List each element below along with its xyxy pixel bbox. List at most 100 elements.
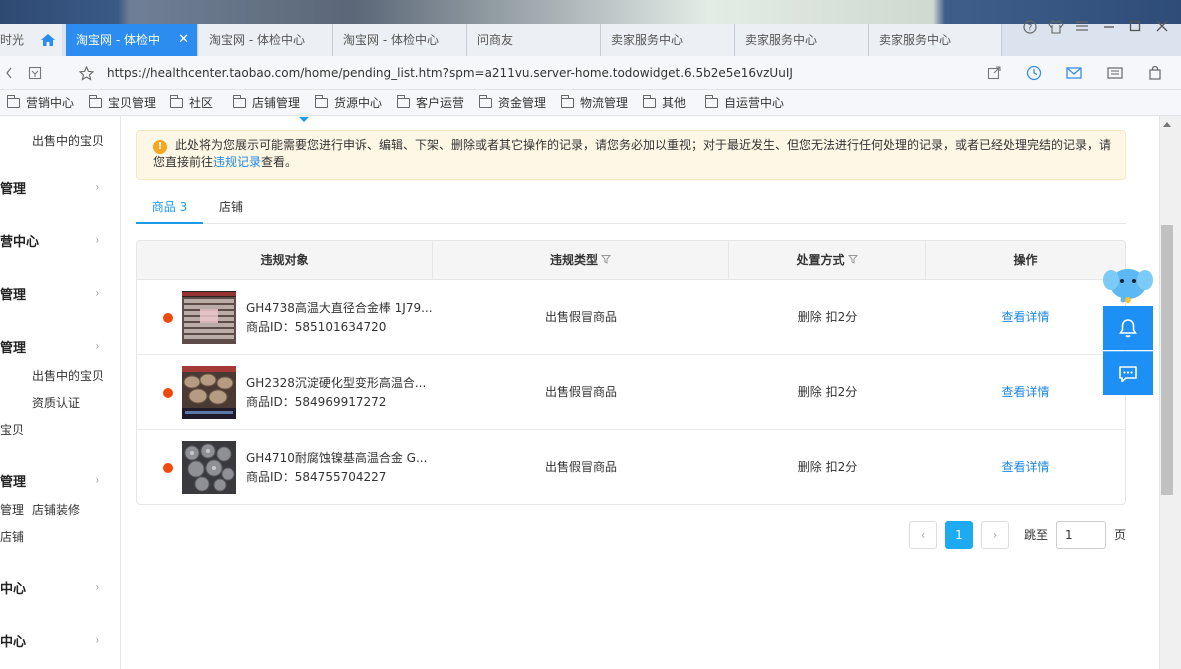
- scroll-up-arrow-icon[interactable]: [1163, 120, 1171, 129]
- chevron-right-icon: ›: [95, 286, 100, 300]
- next-page-button[interactable]: ›: [981, 521, 1009, 549]
- bookmark-item[interactable]: 营销中心: [6, 90, 74, 116]
- sidebar: 出售中的宝贝 管理 › 营中心 › 管理 › 管理 › 出售中的宝贝 资质认证 …: [0, 116, 121, 669]
- skin-shirt-icon[interactable]: [1046, 20, 1066, 38]
- sidebar-item[interactable]: 管理: [0, 471, 26, 490]
- menu-icon[interactable]: [1072, 20, 1092, 36]
- folder-icon: [88, 95, 102, 108]
- product-thumbnail[interactable]: [182, 441, 236, 494]
- folder-icon: [560, 95, 574, 108]
- caret-indicator-icon: [299, 117, 309, 122]
- tab-label: 淘宝网 - 体检中心: [343, 33, 439, 47]
- chevron-right-icon: ›: [95, 180, 100, 194]
- browser-tab-partial[interactable]: 时光: [0, 24, 34, 56]
- tab-label: 问商友: [477, 33, 514, 47]
- help-icon[interactable]: ?: [1020, 20, 1040, 38]
- browser-tab-active[interactable]: 淘宝网 - 体检中 ✕: [66, 24, 198, 56]
- bookmark-label: 资金管理: [498, 96, 547, 110]
- tab-products[interactable]: 商品 3: [136, 190, 203, 224]
- history-clock-icon[interactable]: [1025, 64, 1043, 82]
- card-icon[interactable]: [1106, 64, 1124, 82]
- bookmark-item[interactable]: 物流管理: [560, 90, 629, 116]
- sidebar-item[interactable]: 管理: [0, 284, 26, 303]
- header-label: 操作: [1013, 253, 1038, 267]
- scrollbar-thumb[interactable]: [1161, 225, 1173, 495]
- column-header-penalty[interactable]: 处置方式: [729, 241, 926, 280]
- browser-tab[interactable]: 淘宝网 - 体检中心: [199, 24, 333, 56]
- sidebar-subitem[interactable]: 资质认证: [32, 394, 80, 411]
- product-thumbnail[interactable]: [182, 291, 236, 344]
- sidebar-subitem[interactable]: 店铺装修: [32, 501, 80, 518]
- tab-label: 卖家服务中心: [611, 33, 684, 47]
- product-title[interactable]: GH4738高温大直径合金棒 1J79...: [246, 299, 436, 316]
- product-title[interactable]: GH4710耐腐蚀镍基高温合金 G...: [246, 449, 436, 466]
- content-tabs: 商品 3 店铺: [136, 190, 1126, 224]
- bookmark-item[interactable]: 宝贝管理: [88, 90, 157, 116]
- sidebar-item[interactable]: 中心: [0, 578, 26, 597]
- sidebar-subitem[interactable]: 店铺: [0, 528, 24, 545]
- sidebar-subitem[interactable]: 宝贝: [0, 421, 24, 438]
- browser-tab[interactable]: 卖家服务中心: [869, 24, 1002, 56]
- sidebar-item[interactable]: 管理: [0, 178, 26, 197]
- folder-icon: [6, 95, 20, 108]
- bookmark-item[interactable]: 社区: [169, 90, 213, 116]
- column-header-type[interactable]: 违规类型: [433, 241, 729, 280]
- mail-icon[interactable]: [1065, 64, 1083, 82]
- view-details-link[interactable]: 查看详情: [926, 430, 1125, 504]
- bookmark-label: 货源中心: [334, 96, 383, 110]
- tab-close-icon[interactable]: ✕: [178, 24, 189, 56]
- page-number-button[interactable]: 1: [945, 521, 973, 549]
- view-details-link[interactable]: 查看详情: [926, 355, 1125, 430]
- url-field[interactable]: https://healthcenter.taobao.com/home/pen…: [107, 56, 793, 90]
- reader-mode-icon[interactable]: [26, 64, 44, 82]
- bookmark-item[interactable]: 客户运营: [396, 90, 464, 116]
- sidebar-subitem[interactable]: 出售中的宝贝: [32, 132, 104, 149]
- notification-bell-button[interactable]: [1103, 306, 1153, 350]
- star-bookmark-icon[interactable]: [77, 64, 95, 82]
- bookmark-item[interactable]: 自运营中心: [704, 90, 785, 116]
- table-row: GH4738高温大直径合金棒 1J79... 商品ID：585101634720…: [137, 280, 1125, 355]
- product-id: 商品ID：584755704227: [246, 470, 387, 484]
- back-arrow-icon[interactable]: [0, 64, 18, 82]
- product-thumbnail[interactable]: [182, 366, 236, 419]
- sidebar-item[interactable]: 营中心: [0, 231, 39, 250]
- jump-page-input[interactable]: [1056, 521, 1106, 549]
- bookmark-label: 自运营中心: [724, 96, 785, 110]
- chevron-right-icon: ›: [95, 633, 100, 647]
- tab-shop[interactable]: 店铺: [203, 190, 259, 224]
- chat-button[interactable]: [1103, 351, 1153, 395]
- chevron-right-icon: ›: [95, 580, 100, 594]
- mascot-elephant-icon[interactable]: [1102, 262, 1154, 306]
- bookmark-label: 宝贝管理: [108, 96, 157, 110]
- browser-tab[interactable]: 问商友: [467, 24, 601, 56]
- status-dot: [163, 313, 173, 323]
- view-details-link[interactable]: 查看详情: [926, 280, 1125, 355]
- browser-tab[interactable]: 卖家服务中心: [601, 24, 735, 56]
- filter-icon[interactable]: [600, 241, 612, 280]
- bookmark-item[interactable]: 其他: [642, 90, 686, 116]
- prev-page-button[interactable]: ‹: [909, 521, 937, 549]
- browser-tab[interactable]: 淘宝网 - 体检中心: [333, 24, 467, 56]
- status-dot: [163, 463, 173, 473]
- browser-home-button[interactable]: [34, 24, 62, 56]
- shopping-bag-icon[interactable]: [1146, 64, 1164, 82]
- bookmark-item[interactable]: 店铺管理: [232, 90, 301, 116]
- sidebar-item[interactable]: 管理: [0, 337, 26, 356]
- bookmark-item[interactable]: 资金管理: [478, 90, 547, 116]
- violation-records-link[interactable]: 违规记录: [213, 155, 261, 169]
- maximize-icon[interactable]: [1125, 20, 1145, 36]
- filter-icon[interactable]: [847, 241, 858, 280]
- minimize-icon[interactable]: [1099, 20, 1119, 36]
- sidebar-subitem[interactable]: 管理: [0, 501, 24, 518]
- bookmark-label: 物流管理: [580, 96, 629, 110]
- open-external-icon[interactable]: [985, 64, 1003, 82]
- sidebar-subitem[interactable]: 出售中的宝贝: [32, 367, 104, 384]
- sidebar-item[interactable]: 中心: [0, 631, 26, 650]
- violation-type: 出售假冒商品: [544, 385, 617, 399]
- tab-label: 淘宝网 - 体检中心: [209, 33, 305, 47]
- product-title[interactable]: GH2328沉淀硬化型变形高温合...: [246, 374, 436, 391]
- browser-tab[interactable]: 卖家服务中心: [735, 24, 869, 56]
- close-window-icon[interactable]: [1152, 20, 1172, 36]
- bookmark-item[interactable]: 货源中心: [314, 90, 383, 116]
- bookmark-label: 店铺管理: [252, 96, 301, 110]
